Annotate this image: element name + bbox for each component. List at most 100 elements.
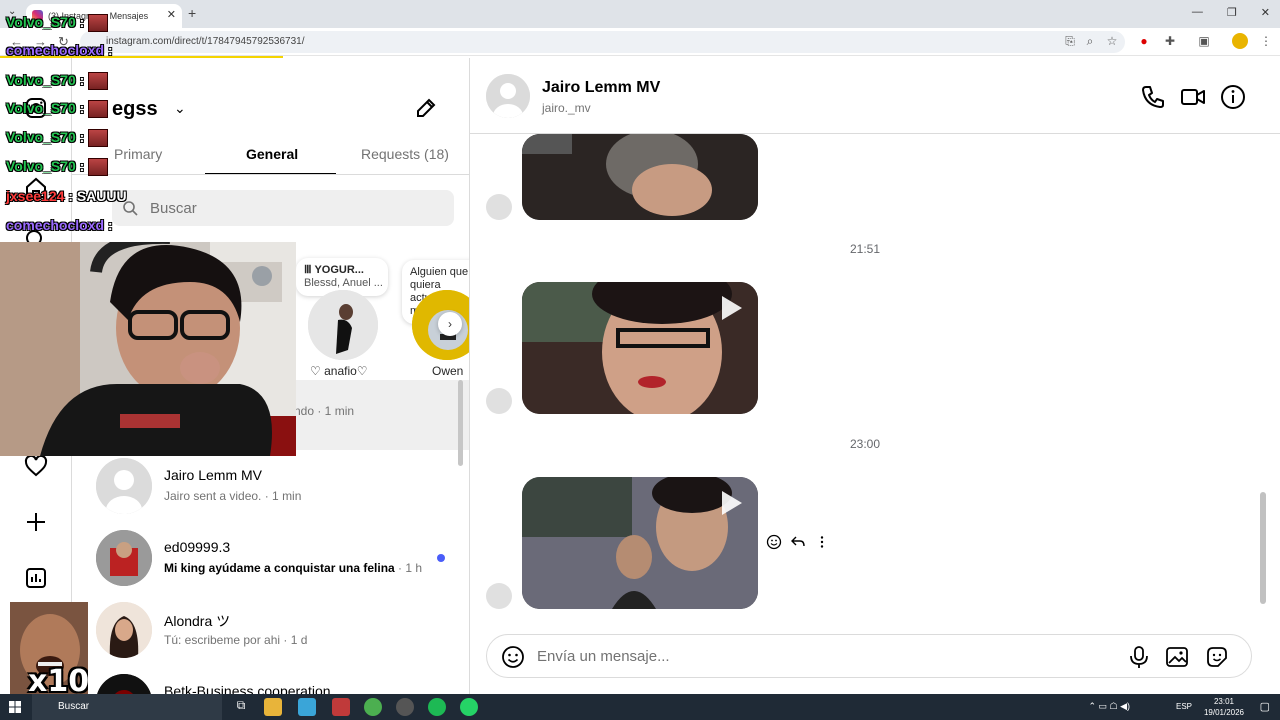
- extensions-icon[interactable]: ✚: [1162, 33, 1178, 49]
- video-call-icon[interactable]: [1180, 84, 1206, 110]
- clock-time: 23:01: [1213, 697, 1234, 706]
- app-icon[interactable]: [332, 698, 350, 716]
- message-input[interactable]: [537, 635, 1097, 677]
- conversation-time: ndo · 1 min: [294, 404, 355, 418]
- tab-search-icon[interactable]: ▣: [1196, 33, 1212, 49]
- instagram-logo-icon[interactable]: [24, 96, 48, 120]
- windows-start-icon[interactable]: [9, 701, 21, 713]
- play-icon[interactable]: [722, 296, 742, 320]
- browser-menu-icon[interactable]: ⋮: [1258, 33, 1274, 49]
- note-avatar[interactable]: [308, 290, 378, 360]
- play-icon[interactable]: [722, 491, 742, 515]
- conversation-item[interactable]: Jairo Lemm MV Jairo sent a video. · 1 mi…: [72, 450, 469, 522]
- taskbar-clock[interactable]: 23:01 19/01/2026: [1204, 696, 1244, 718]
- instagram-favicon-icon: [32, 10, 43, 21]
- video-message[interactable]: [522, 477, 758, 609]
- spotify-icon[interactable]: [428, 698, 446, 716]
- react-emoji-icon[interactable]: [766, 534, 782, 550]
- chat-panel: Jairo Lemm MV jairo._mv 21:51 23:00: [470, 58, 1280, 694]
- taskbar-search[interactable]: Buscar: [32, 694, 222, 720]
- sender-avatar: [486, 388, 512, 414]
- search-box[interactable]: [112, 190, 454, 226]
- notifications-icon[interactable]: ▢: [1260, 700, 1270, 713]
- conversation-name: Jairo Lemm MV: [164, 467, 263, 483]
- chat-scrollbar[interactable]: [1258, 140, 1268, 614]
- microphone-icon[interactable]: [1127, 645, 1151, 669]
- browser-toolbar: ← → ↻ instagram.com/direct/t/17847945792…: [0, 28, 1280, 56]
- restore-icon[interactable]: ❐: [1227, 6, 1237, 19]
- chrome-icon[interactable]: [364, 698, 382, 716]
- account-username[interactable]: egss: [112, 98, 158, 121]
- video-message[interactable]: [522, 282, 758, 414]
- back-icon[interactable]: ←: [10, 34, 23, 49]
- forward-icon[interactable]: →: [34, 34, 47, 49]
- contact-avatar[interactable]: [486, 74, 530, 118]
- store-icon[interactable]: [298, 698, 316, 716]
- dashboard-chart-icon[interactable]: [24, 566, 48, 590]
- conversation-item[interactable]: Alondra ツ Tú: escribeme por ahi · 1 d: [72, 594, 469, 666]
- sticker-icon[interactable]: [1205, 645, 1229, 669]
- close-tab-icon[interactable]: ✕: [167, 8, 176, 21]
- tab-requests[interactable]: Requests (18): [361, 146, 449, 162]
- language-indicator[interactable]: ESP: [1176, 702, 1192, 711]
- chevron-right-icon[interactable]: ›: [438, 312, 462, 336]
- conversation-preview: Jairo sent a video. · 1 min: [164, 489, 302, 503]
- conversation-preview: Mi king ayúdame a conquistar una felina …: [164, 561, 423, 575]
- tab-general[interactable]: General: [246, 146, 298, 162]
- more-options-icon[interactable]: [814, 534, 830, 550]
- voice-call-icon[interactable]: [1140, 84, 1166, 110]
- avatar: [96, 602, 152, 658]
- timestamp: 23:00: [849, 437, 881, 451]
- note-song-title: Ⅲ YOGUR...: [304, 264, 364, 276]
- bookmark-star-icon[interactable]: ☆: [1104, 33, 1120, 49]
- chevron-down-icon[interactable]: ⌄: [174, 100, 186, 117]
- conversation-info-icon[interactable]: [1220, 84, 1246, 110]
- conversation-preview: Tú: escribeme por ahi · 1 d: [164, 633, 308, 647]
- file-explorer-icon[interactable]: [264, 698, 282, 716]
- home-icon[interactable]: [24, 176, 48, 200]
- inbox-tabs: Primary General Requests (18): [72, 142, 469, 176]
- note-name: Owen: [432, 364, 464, 378]
- zoom-icon[interactable]: ⌕: [1082, 33, 1098, 49]
- video-message[interactable]: [522, 134, 758, 220]
- opera-extension-icon[interactable]: ●: [1136, 33, 1152, 49]
- minimize-icon[interactable]: —: [1192, 6, 1203, 19]
- timestamp: 21:51: [849, 242, 881, 256]
- note-song-artist: Blessd, Anuel ...: [304, 277, 383, 289]
- reply-icon[interactable]: [790, 534, 806, 550]
- task-view-icon[interactable]: ⧉: [232, 698, 250, 716]
- scrollbar-thumb[interactable]: [1260, 492, 1266, 604]
- contact-name[interactable]: Jairo Lemm MV: [542, 79, 660, 97]
- new-tab-icon[interactable]: +: [188, 5, 196, 21]
- active-tab-indicator: [205, 173, 336, 174]
- conversation-name: Betk-Business cooperation: [164, 683, 331, 694]
- conversation-name: Alondra ツ: [164, 613, 231, 629]
- conversation-item[interactable]: ed09999.3 Mi king ayúdame a conquistar u…: [72, 522, 469, 594]
- new-message-compose-icon[interactable]: [414, 96, 438, 120]
- note-name: ♡ anafio♡: [310, 364, 368, 378]
- create-plus-icon[interactable]: [24, 510, 48, 534]
- tab-primary[interactable]: Primary: [114, 146, 162, 162]
- browser-tab[interactable]: (3) Instagram • Mensajes ✕: [26, 4, 182, 28]
- search-input[interactable]: [150, 190, 440, 226]
- close-window-icon[interactable]: ✕: [1261, 6, 1270, 19]
- conversation-name: ed09999.3: [164, 539, 231, 555]
- notifications-heart-icon[interactable]: [24, 454, 48, 478]
- contact-handle: jairo._mv: [542, 101, 591, 115]
- whatsapp-icon[interactable]: [460, 698, 478, 716]
- tab-list-chevron-icon[interactable]: ⌄: [8, 6, 16, 17]
- tab-title: (3) Instagram • Mensajes: [48, 11, 149, 21]
- unread-indicator: [437, 554, 445, 562]
- avatar: [96, 674, 152, 694]
- profile-avatar[interactable]: [1232, 33, 1248, 49]
- address-bar[interactable]: instagram.com/direct/t/17847945792536731…: [80, 31, 1125, 53]
- obs-icon[interactable]: [396, 698, 414, 716]
- tray-icons[interactable]: ⌃ ▭ ☖ ◀): [1088, 701, 1130, 712]
- emoji-picker-icon[interactable]: [501, 645, 525, 669]
- avatar: [96, 458, 152, 514]
- reload-icon[interactable]: ↻: [58, 34, 69, 50]
- install-icon[interactable]: ⎘: [1062, 33, 1078, 49]
- conversation-item[interactable]: Betk-Business cooperation: [72, 666, 469, 694]
- image-upload-icon[interactable]: [1165, 645, 1189, 669]
- x10-label: x10: [28, 664, 88, 694]
